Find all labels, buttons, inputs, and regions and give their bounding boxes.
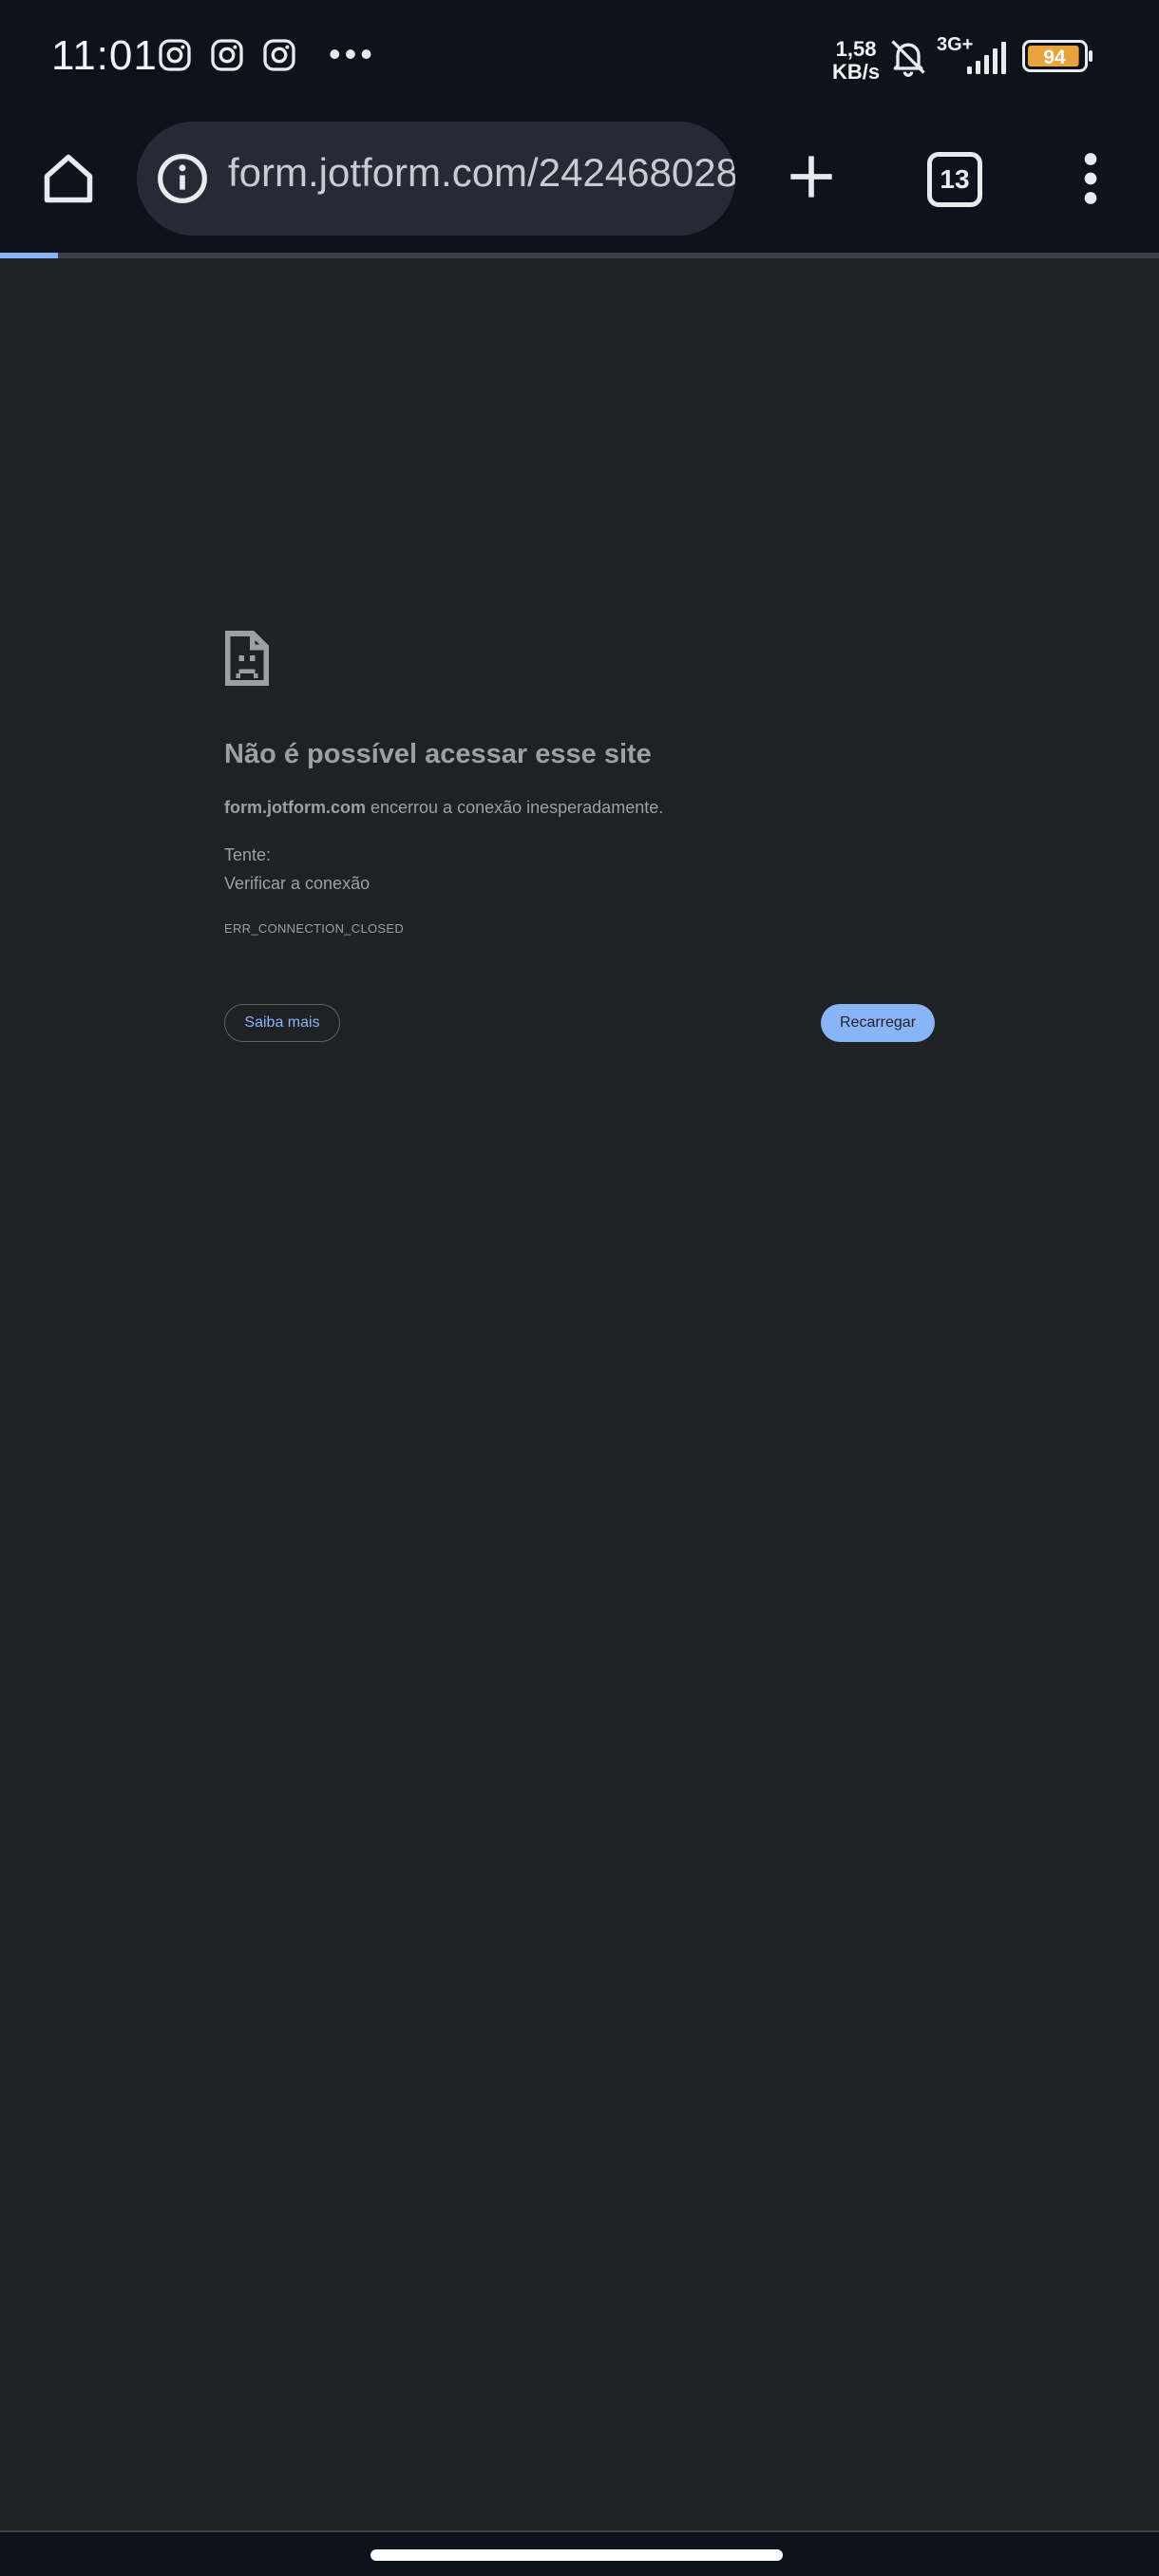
error-title: Não é possível acessar esse site <box>224 739 652 769</box>
tab-switcher-button[interactable]: 13 <box>927 152 982 207</box>
instagram-icon <box>263 39 295 71</box>
sad-page-icon <box>224 631 270 686</box>
bell-muted-icon <box>891 40 925 77</box>
suggestion-check-connection: Verificar a conexão <box>224 874 370 893</box>
error-description-text: encerrou a conexão inesperadamente. <box>366 798 664 817</box>
try-label: Tente: <box>224 845 272 864</box>
home-button[interactable] <box>40 150 97 207</box>
network-speed-value: 1,58 <box>835 37 877 61</box>
instagram-icon <box>211 39 243 71</box>
status-bar: 11:01 ••• 1,58 KB/s 3G+ 94 <box>0 0 1159 114</box>
network-speed: 1,58 KB/s <box>832 38 880 84</box>
network-speed-unit: KB/s <box>832 60 881 84</box>
reload-button[interactable]: Recarregar <box>821 1004 935 1042</box>
learn-more-button[interactable]: Saiba mais <box>224 1004 340 1042</box>
url-text[interactable]: form.jotform.com/242468028 <box>228 150 735 196</box>
home-indicator[interactable] <box>370 2549 783 2561</box>
battery-icon: 94 <box>1022 40 1092 72</box>
new-tab-button[interactable] <box>787 152 836 201</box>
more-notifications-icon: ••• <box>329 34 376 73</box>
error-description: form.jotform.com encerrou a conexão ines… <box>224 798 663 818</box>
signal-strength-icon <box>967 42 1006 74</box>
instagram-icon <box>159 39 191 71</box>
page-load-progress-fill <box>0 253 58 258</box>
clock: 11:01 <box>51 32 158 79</box>
error-host: form.jotform.com <box>224 798 367 817</box>
battery-level: 94 <box>1043 47 1066 68</box>
info-icon[interactable] <box>156 152 209 205</box>
error-code: ERR_CONNECTION_CLOSED <box>224 921 405 936</box>
address-bar[interactable]: form.jotform.com/242468028 <box>137 122 735 236</box>
page-load-progress-track <box>0 253 1159 258</box>
overflow-menu-button[interactable] <box>1072 152 1110 205</box>
